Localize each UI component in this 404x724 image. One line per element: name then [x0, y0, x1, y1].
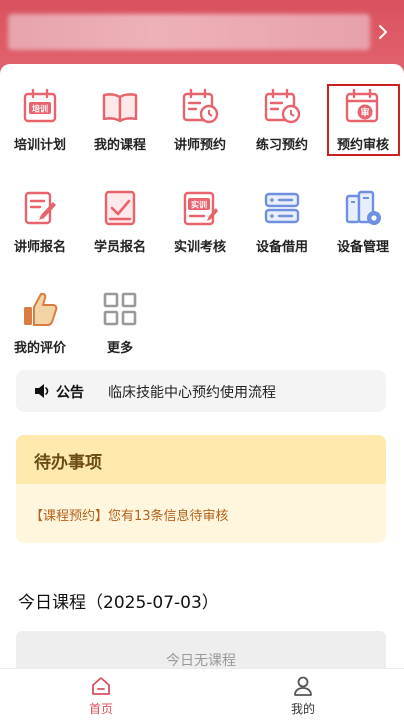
grid-item-label: 练习预约: [255, 138, 308, 153]
todo-title: 待办事项: [16, 435, 386, 484]
server-icon: [264, 192, 300, 224]
calendar-clock-icon: [182, 88, 219, 124]
grid-item-my-evaluation[interactable]: 我的评价: [0, 267, 80, 357]
grid-item-equipment-management[interactable]: 设备管理: [323, 166, 403, 256]
todo-item[interactable]: 【课程预约】您有13条信息待审核: [30, 505, 229, 524]
notice-bar[interactable]: 公告 临床技能中心预约使用流程: [16, 370, 386, 412]
grid-item-label: 我的课程: [93, 138, 146, 153]
practical-exam-icon: 实训: [183, 191, 218, 226]
user-icon: [294, 676, 312, 696]
calendar-clock-icon: [264, 88, 301, 124]
main-panel: 培训 培训计划 我的课程 讲师预约 练习预约 审 预约审核 讲师报名 学员报名 …: [0, 64, 404, 668]
grid-more-icon: [103, 292, 137, 326]
grid-item-label: 我的评价: [13, 341, 66, 356]
grid-item-lecturer-signup[interactable]: 讲师报名: [0, 166, 80, 256]
tab-mine[interactable]: 我的: [202, 669, 404, 724]
grid-item-more[interactable]: 更多: [80, 267, 160, 357]
checklist-icon: [104, 190, 136, 226]
notice-tag: 公告: [56, 385, 84, 401]
chevron-right-icon[interactable]: [376, 23, 390, 41]
highlight-box: [327, 84, 400, 156]
grid-item-my-courses[interactable]: 我的课程: [80, 64, 160, 154]
grid-item-label: 培训计划: [13, 138, 66, 153]
tab-mine-label: 我的: [290, 702, 315, 716]
notice-text[interactable]: 临床技能中心预约使用流程: [108, 382, 276, 402]
grid-item-practice-booking[interactable]: 练习预约: [242, 64, 322, 154]
no-course-placeholder: 今日无课程: [16, 631, 386, 668]
todo-card: 待办事项 【课程预约】您有13条信息待审核: [16, 435, 386, 543]
header-blurred-info: [8, 14, 370, 50]
grid-item-label: 更多: [106, 341, 133, 356]
speaker-icon: [35, 384, 49, 398]
grid-item-practical-exam[interactable]: 实训 实训考核: [160, 166, 240, 256]
grid-item-label: 实训考核: [173, 240, 226, 255]
grid-item-equipment-borrow[interactable]: 设备借用: [242, 166, 322, 256]
training-plan-icon: 培训: [23, 88, 57, 123]
edit-form-icon: [24, 191, 56, 225]
tab-home-label: 首页: [88, 702, 113, 716]
grid-item-label: 学员报名: [93, 240, 146, 255]
book-icon: [102, 93, 138, 123]
grid-item-label: 讲师预约: [173, 138, 226, 153]
grid-item-lecturer-booking[interactable]: 讲师预约: [160, 64, 240, 154]
svg-text:培训: 培训: [32, 104, 48, 114]
svg-text:实训: 实训: [191, 200, 207, 210]
home-icon: [92, 677, 110, 695]
grid-item-label: 设备管理: [336, 240, 389, 255]
grid-item-student-signup[interactable]: 学员报名: [80, 166, 160, 256]
thumbs-up-icon: [24, 292, 58, 326]
today-courses-title: 今日课程（2025-07-03）: [18, 593, 219, 613]
grid-item-label: 讲师报名: [13, 240, 66, 255]
bottom-tab-bar: 首页 我的: [0, 668, 404, 724]
tab-home[interactable]: 首页: [0, 669, 202, 724]
grid-item-label: 设备借用: [255, 240, 308, 255]
device-settings-icon: [345, 190, 381, 225]
grid-item-training-plan[interactable]: 培训 培训计划: [0, 64, 80, 154]
